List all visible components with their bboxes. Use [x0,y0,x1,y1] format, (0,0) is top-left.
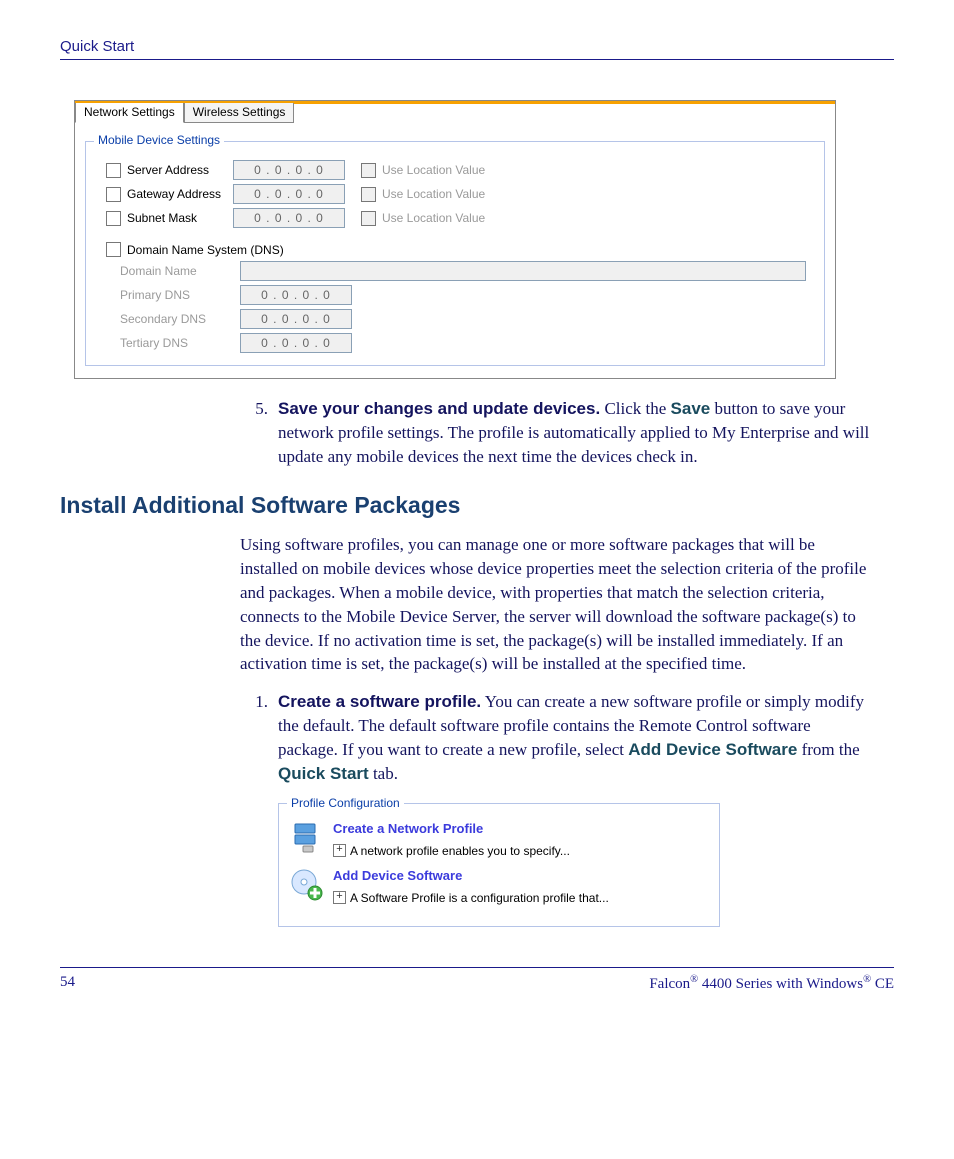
input-domain-name[interactable] [240,261,806,281]
profile-config-legend: Profile Configuration [287,795,404,812]
label-domain-name: Domain Name [106,264,230,278]
expand-icon[interactable]: + [333,844,346,857]
step-number-1: 1. [240,690,268,937]
checkbox-use-location-server[interactable]: Use Location Value [361,163,485,178]
checkbox-use-location-subnet[interactable]: Use Location Value [361,211,485,226]
row-domain-name: Domain Name [106,261,810,281]
step-1-title: Create a software profile. [278,692,481,711]
server-icon [289,820,323,854]
step-1-text-b: from the [797,740,859,759]
ip-primary-dns[interactable]: 0 . 0 . 0 . 0 [240,285,352,305]
save-button-ref: Save [671,399,711,418]
group-legend: Mobile Device Settings [94,133,224,147]
page-footer: 54 Falcon® 4400 Series with Windows® CE [60,974,894,993]
step-5: 5. Save your changes and update devices.… [240,397,874,468]
tab-bar: Network Settings Wireless Settings [75,101,835,123]
checkbox-gateway-address[interactable]: Gateway Address [106,187,223,202]
label-secondary-dns: Secondary DNS [106,312,230,326]
network-settings-pane: Network Settings Wireless Settings Mobil… [74,100,836,379]
disc-add-icon [289,867,323,901]
row-secondary-dns: Secondary DNS 0 . 0 . 0 . 0 [106,309,810,329]
step-5-title: Save your changes and update devices. [278,399,600,418]
create-network-profile-title: Create a Network Profile [333,820,570,838]
step-1: 1. Create a software profile. You can cr… [240,690,874,937]
footer-rule [60,967,894,968]
page-number: 54 [60,974,75,993]
expand-icon[interactable]: + [333,891,346,904]
section-heading-install-software: Install Additional Software Packages [60,492,894,519]
step-1-text-c: tab. [369,764,398,783]
step-5-text-a: Click the [600,399,670,418]
add-device-software-desc: A Software Profile is a configuration pr… [350,890,609,907]
step-number-5: 5. [240,397,268,468]
ip-subnet-mask[interactable]: 0 . 0 . 0 . 0 [233,208,345,228]
row-gateway-address: Gateway Address 0 . 0 . 0 . 0 Use Locati… [106,184,810,204]
row-server-address: Server Address 0 . 0 . 0 . 0 Use Locatio… [106,160,810,180]
tab-wireless-settings[interactable]: Wireless Settings [184,103,295,123]
item-create-network-profile[interactable]: Create a Network Profile + A network pro… [289,820,709,859]
checkbox-use-location-gateway[interactable]: Use Location Value [361,187,485,202]
checkbox-server-address[interactable]: Server Address [106,163,223,178]
intro-paragraph: Using software profiles, you can manage … [240,533,874,676]
profile-configuration-panel: Profile Configuration Create a Network P… [278,803,720,927]
quick-start-ref: Quick Start [278,764,369,783]
label-primary-dns: Primary DNS [106,288,230,302]
checkbox-dns[interactable]: Domain Name System (DNS) [106,242,284,257]
item-add-device-software[interactable]: Add Device Software + A Software Profile… [289,867,709,906]
tab-network-settings[interactable]: Network Settings [75,103,184,123]
row-tertiary-dns: Tertiary DNS 0 . 0 . 0 . 0 [106,333,810,353]
row-subnet-mask: Subnet Mask 0 . 0 . 0 . 0 Use Location V… [106,208,810,228]
ip-gateway-address[interactable]: 0 . 0 . 0 . 0 [233,184,345,204]
ip-tertiary-dns[interactable]: 0 . 0 . 0 . 0 [240,333,352,353]
product-footer: Falcon® 4400 Series with Windows® CE [649,974,894,993]
header-rule [60,59,894,60]
mobile-device-settings-group: Mobile Device Settings Server Address 0 … [85,141,825,366]
create-network-profile-desc: A network profile enables you to specify… [350,843,570,860]
label-tertiary-dns: Tertiary DNS [106,336,230,350]
ip-secondary-dns[interactable]: 0 . 0 . 0 . 0 [240,309,352,329]
add-device-software-ref: Add Device Software [628,740,797,759]
row-primary-dns: Primary DNS 0 . 0 . 0 . 0 [106,285,810,305]
checkbox-subnet-mask[interactable]: Subnet Mask [106,211,223,226]
add-device-software-title: Add Device Software [333,867,609,885]
row-dns: Domain Name System (DNS) [106,242,810,257]
ip-server-address[interactable]: 0 . 0 . 0 . 0 [233,160,345,180]
running-header: Quick Start [60,38,894,55]
